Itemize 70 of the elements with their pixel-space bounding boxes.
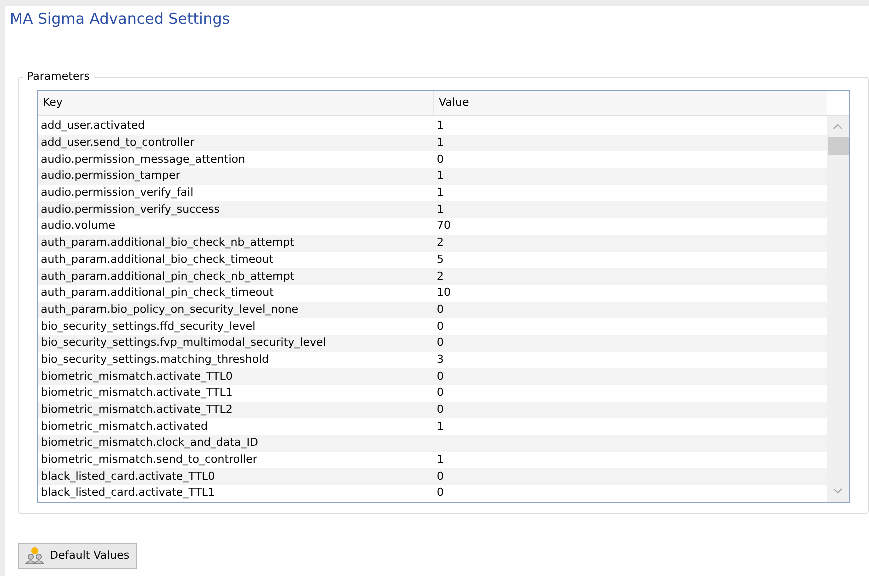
- vertical-scrollbar[interactable]: [827, 116, 849, 502]
- key-cell-text: biometric_mismatch.activate_TTL1: [40, 386, 234, 400]
- value-cell-text: 0: [436, 370, 444, 384]
- key-cell-text: biometric_mismatch.activated: [40, 420, 209, 434]
- value-cell-text: 0: [436, 470, 444, 484]
- scroll-down-icon[interactable]: [833, 488, 843, 494]
- table-row[interactable]: biometric_mismatch.activate_TTL0 0: [38, 368, 827, 385]
- scroll-up-icon[interactable]: [833, 124, 843, 130]
- value-cell-text: 0: [436, 302, 444, 317]
- value-cell-text: 1: [436, 420, 444, 434]
- value-cell-text: 1: [436, 169, 444, 184]
- key-cell-text: audio.permission_verify_success: [40, 202, 221, 217]
- table-row[interactable]: audio.permission_verify_success 1: [38, 201, 827, 218]
- table-row[interactable]: auth_param.additional_pin_check_nb_attempt 2: [38, 268, 827, 285]
- key-cell-text: biometric_mismatch.activate_TTL0: [40, 370, 234, 384]
- table-row[interactable]: biometric_mismatch.activate_TTL2 0: [38, 402, 827, 418]
- window-title: MA Sigma Advanced Settings: [10, 10, 230, 28]
- value-cell-text: 0: [436, 336, 444, 350]
- value-cell-text: 1: [436, 136, 444, 150]
- key-cell-text: biometric_mismatch.activate_TTL2: [40, 403, 234, 418]
- key-cell-text: black_listed_card.activate_TTL1: [40, 486, 216, 500]
- table-row[interactable]: auth_param.additional_bio_check_nb_attempt 2: [38, 234, 827, 252]
- key-cell-text: biometric_mismatch.clock_and_data_ID: [40, 436, 260, 450]
- key-cell-text: auth_param.additional_bio_check_nb_attempt: [40, 236, 296, 250]
- value-cell-text: 5: [436, 252, 444, 267]
- table-row[interactable]: auth_param.bio_policy_on_security_level_none 0: [38, 302, 827, 318]
- key-cell-text: add_user.send_to_controller: [40, 136, 196, 150]
- column-header[interactable]: Key: [38, 91, 434, 115]
- key-cell-text: auth_param.additional_bio_check_timeout: [40, 252, 275, 267]
- table-row[interactable]: bio_security_settings.matching_threshold 3: [38, 352, 827, 368]
- table-row[interactable]: audio.permission_verify_fail 1: [38, 184, 827, 202]
- value-cell-text: 2: [436, 236, 444, 250]
- users-icon: [25, 547, 45, 565]
- key-cell-text: black_listed_card.activate_TTL0: [40, 470, 216, 484]
- key-cell-text: audio.volume: [40, 219, 117, 234]
- value-cell-text: 2: [436, 270, 444, 284]
- table-row[interactable]: biometric_mismatch.send_to_controller 1: [38, 452, 827, 468]
- key-cell-text: audio.permission_message_attention: [40, 152, 246, 167]
- default-values-button[interactable]: Default Values: [18, 543, 137, 569]
- value-cell-text: 1: [436, 453, 444, 468]
- key-cell-text: bio_security_settings.matching_threshold: [40, 352, 270, 367]
- key-cell-text: add_user.activated: [40, 119, 146, 134]
- value-cell-text: 10: [436, 286, 451, 300]
- value-cell-text: 1: [436, 119, 444, 134]
- table-row[interactable]: biometric_mismatch.clock_and_data_ID: [38, 435, 827, 452]
- key-cell-text: bio_security_settings.fvp_multimodal_security_level: [40, 336, 328, 350]
- key-cell-text: auth_param.additional_pin_check_nb_attempt: [40, 270, 296, 284]
- column-header[interactable]: Value: [434, 91, 827, 115]
- value-cell-text: 3: [436, 352, 444, 367]
- table-row[interactable]: add_user.send_to_controller 1: [38, 134, 827, 152]
- table-row[interactable]: bio_security_settings.fvp_multimodal_security_level 0: [38, 334, 827, 352]
- table-row[interactable]: auth_param.additional_bio_check_timeout 5: [38, 252, 827, 268]
- value-cell-text: 1: [436, 202, 444, 217]
- key-cell-text: biometric_mismatch.send_to_controller: [40, 453, 258, 468]
- table-row[interactable]: black_listed_card.activate_TTL0 0: [38, 468, 827, 486]
- key-cell-text: bio_security_settings.ffd_security_level: [40, 320, 257, 334]
- value-cell-text: 0: [436, 320, 444, 334]
- value-cell-text: 0: [436, 403, 444, 418]
- key-cell-text: audio.permission_verify_fail: [40, 186, 195, 200]
- group-legend: Parameters: [23, 70, 94, 84]
- value-cell-text: 0: [436, 486, 444, 500]
- key-cell-text: audio.permission_tamper: [40, 169, 182, 184]
- key-cell-text: auth_param.additional_pin_check_timeout: [40, 286, 275, 300]
- value-cell-text: 1: [436, 186, 444, 200]
- value-cell-text: 70: [436, 219, 451, 234]
- table-row[interactable]: audio.permission_tamper 1: [38, 168, 827, 185]
- key-cell-text: auth_param.bio_policy_on_security_level_none: [40, 302, 300, 317]
- value-cell-text: 0: [436, 386, 444, 400]
- scrollbar-thumb[interactable]: [828, 137, 848, 155]
- value-cell-text: 0: [436, 152, 444, 167]
